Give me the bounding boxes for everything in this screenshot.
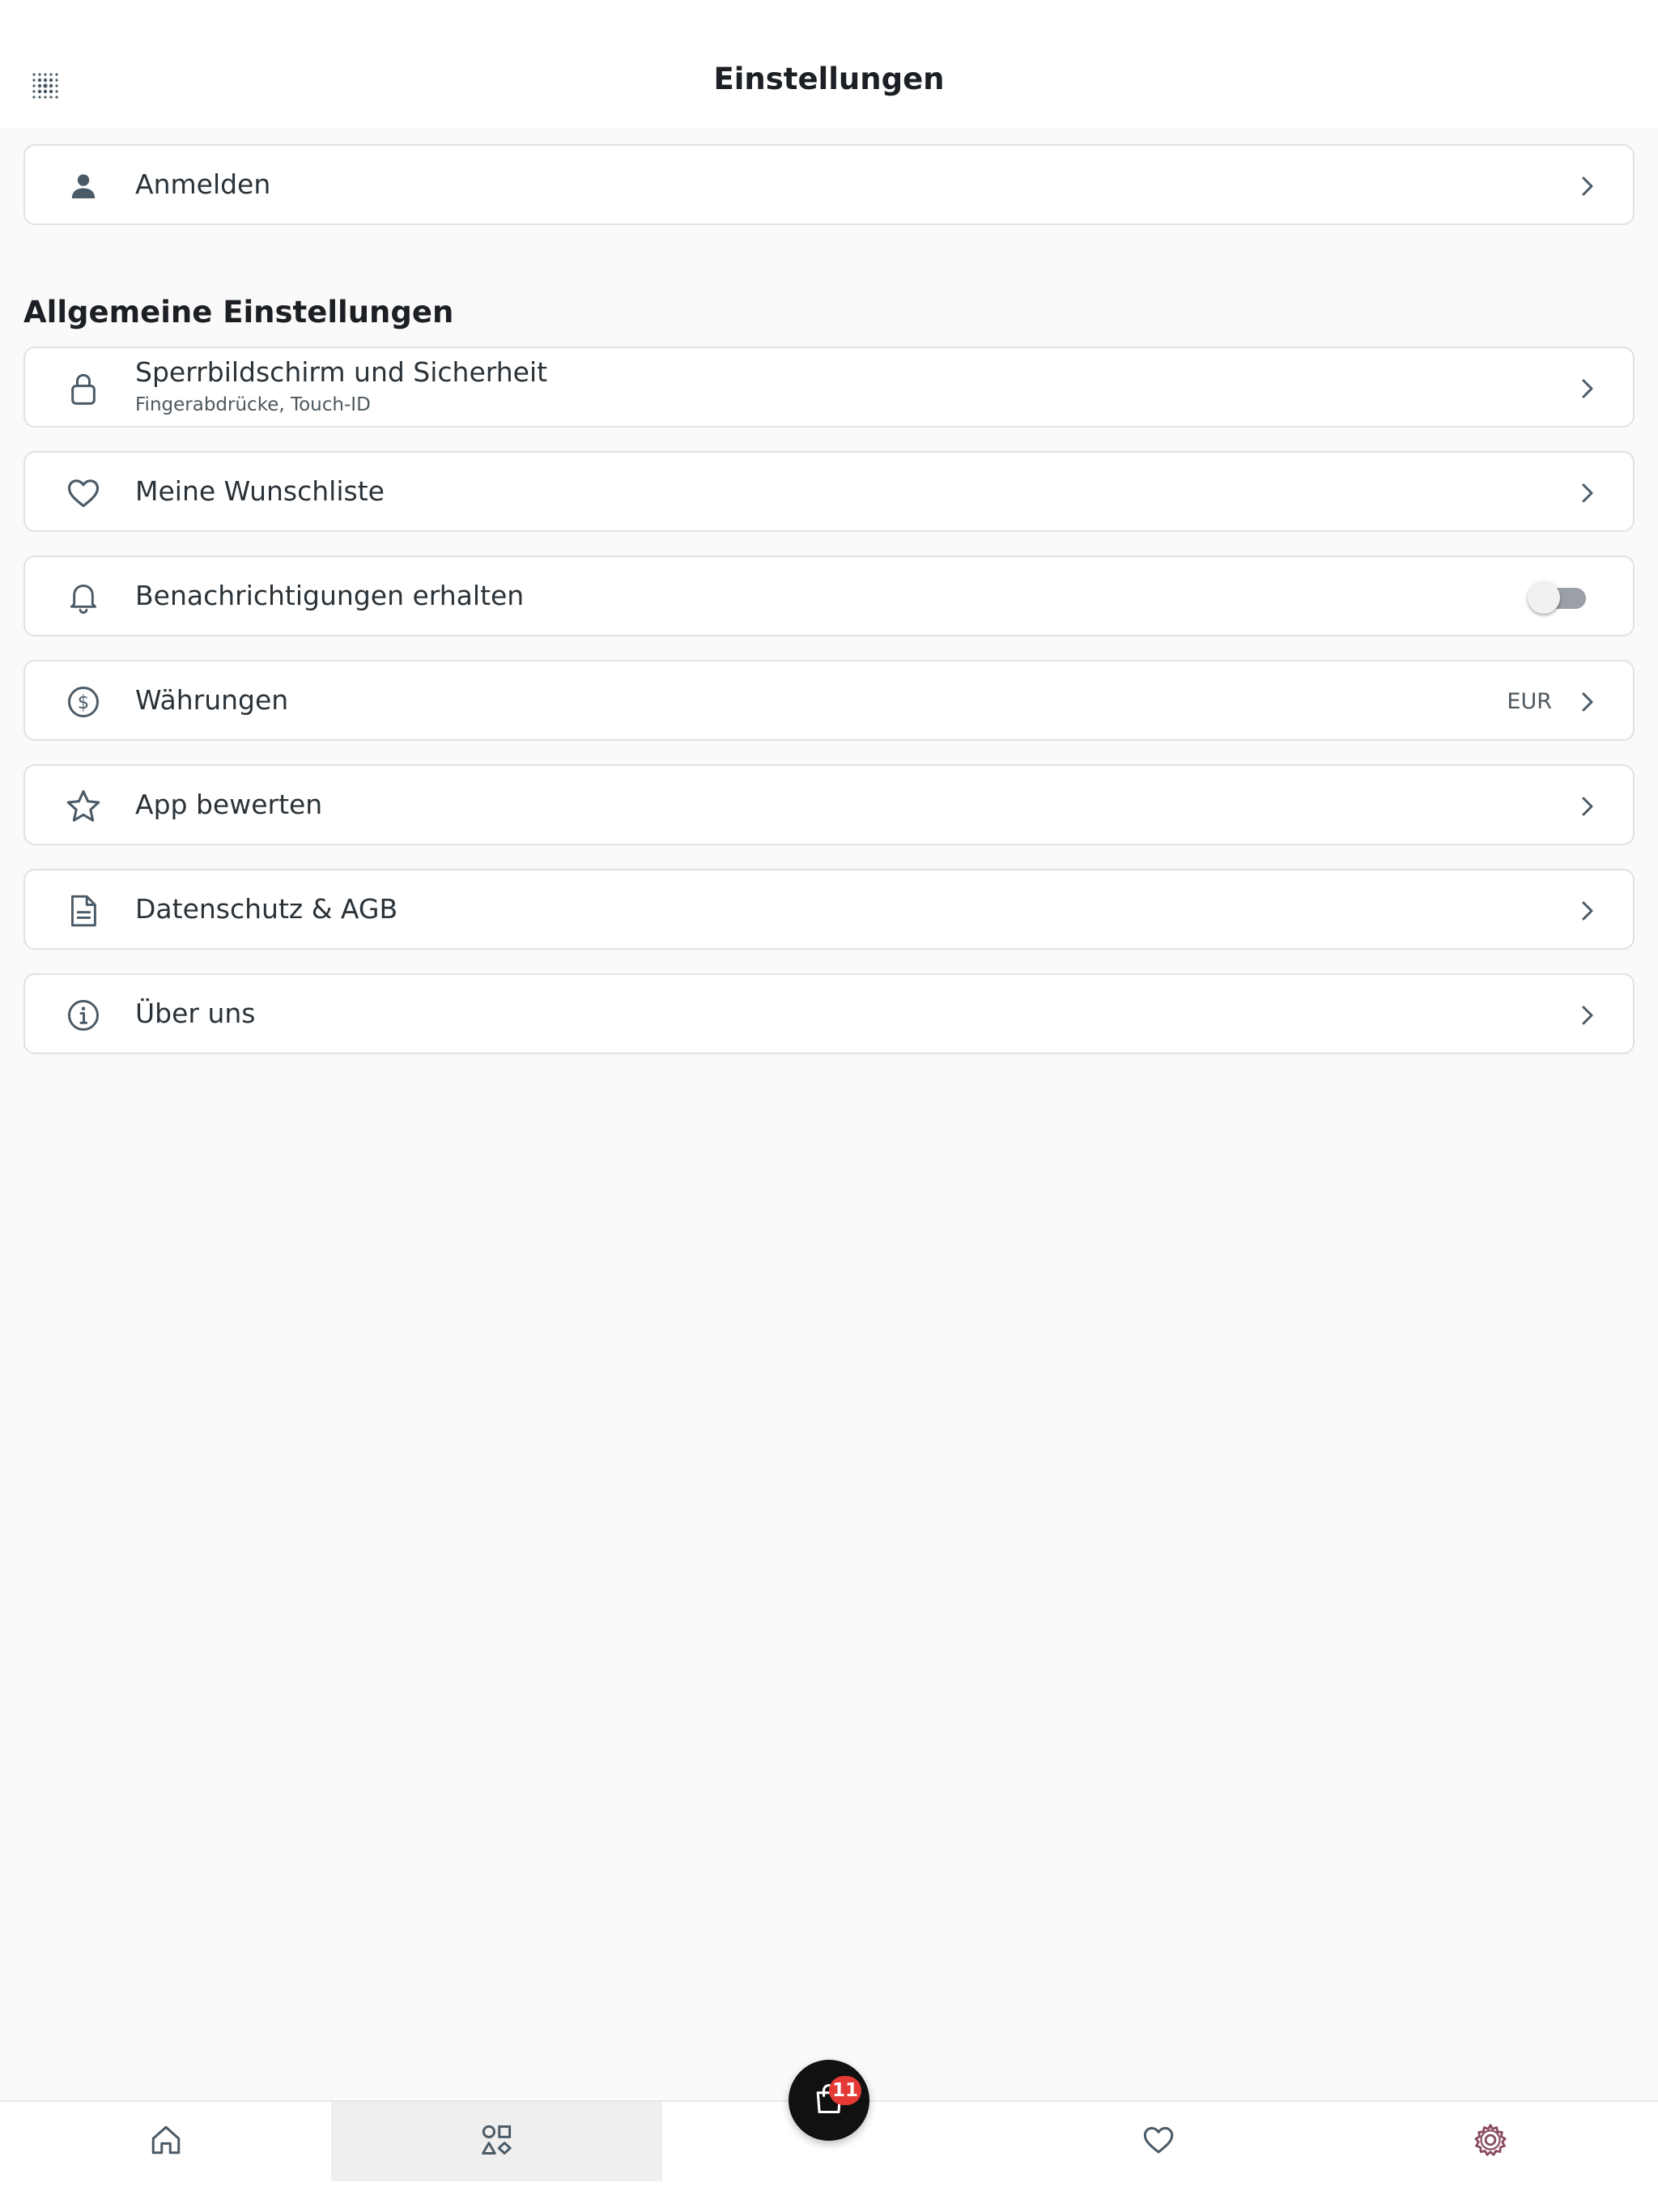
wishlist-item[interactable]: Meine Wunschliste [23, 451, 1635, 532]
about-us-item[interactable]: Über uns [23, 973, 1635, 1054]
chevron-right-icon [1571, 372, 1604, 405]
dollar-circle-icon: $ [64, 683, 103, 721]
user-icon [64, 167, 103, 206]
privacy-terms-item[interactable]: Datenschutz & AGB [23, 869, 1635, 950]
chevron-right-icon [1571, 170, 1604, 202]
wishlist-label: Meine Wunschliste [135, 475, 385, 507]
cart-count-badge: 11 [829, 2076, 862, 2105]
header: Einstellungen [0, 0, 1658, 128]
lockscreen-security-item[interactable]: Sperrbildschirm und Sicherheit Fingerabd… [23, 347, 1635, 428]
heart-icon [64, 474, 103, 513]
login-label: Anmelden [135, 168, 271, 200]
chevron-right-icon [1571, 895, 1604, 927]
page-title: Einstellungen [713, 62, 945, 96]
home-icon [149, 2123, 183, 2160]
rate-app-item[interactable]: App bewerten [23, 764, 1635, 845]
nav-wishlist[interactable] [993, 2102, 1324, 2181]
settings-screen: Einstellungen Anmelden Allgemeine Einste… [0, 0, 1658, 2212]
lockscreen-subtitle: Fingerabdrücke, Touch-ID [135, 394, 371, 415]
categories-icon [479, 2122, 515, 2161]
document-icon [64, 891, 103, 930]
lock-icon [64, 369, 103, 408]
lockscreen-label: Sperrbildschirm und Sicherheit [135, 356, 548, 388]
star-icon [64, 787, 103, 826]
section-title-general: Allgemeine Einstellungen [23, 295, 454, 330]
login-item[interactable]: Anmelden [23, 144, 1635, 225]
heart-icon [1142, 2125, 1175, 2159]
bell-icon [64, 578, 103, 617]
chevron-right-icon [1571, 999, 1604, 1032]
chevron-right-icon [1571, 686, 1604, 718]
chevron-right-icon [1571, 790, 1604, 823]
currency-label: Währungen [135, 684, 289, 716]
notifications-item: Benachrichtigungen erhalten [23, 555, 1635, 636]
svg-text:$: $ [78, 692, 89, 713]
notifications-toggle[interactable] [1528, 581, 1586, 614]
info-icon [64, 996, 103, 1035]
about-us-label: Über uns [135, 998, 256, 1029]
rate-app-label: App bewerten [135, 789, 323, 820]
currency-item[interactable]: $ Währungen EUR [23, 660, 1635, 741]
privacy-terms-label: Datenschutz & AGB [135, 893, 398, 925]
currency-value: EUR [1507, 689, 1552, 714]
cart-button[interactable]: 11 [789, 2060, 869, 2141]
nav-settings[interactable] [1324, 2102, 1656, 2181]
nav-home[interactable] [0, 2102, 331, 2181]
notifications-label: Benachrichtigungen erhalten [135, 580, 525, 611]
nav-categories[interactable] [331, 2102, 662, 2181]
toggle-knob [1528, 581, 1560, 614]
gear-icon [1473, 2122, 1508, 2161]
chevron-right-icon [1571, 477, 1604, 509]
